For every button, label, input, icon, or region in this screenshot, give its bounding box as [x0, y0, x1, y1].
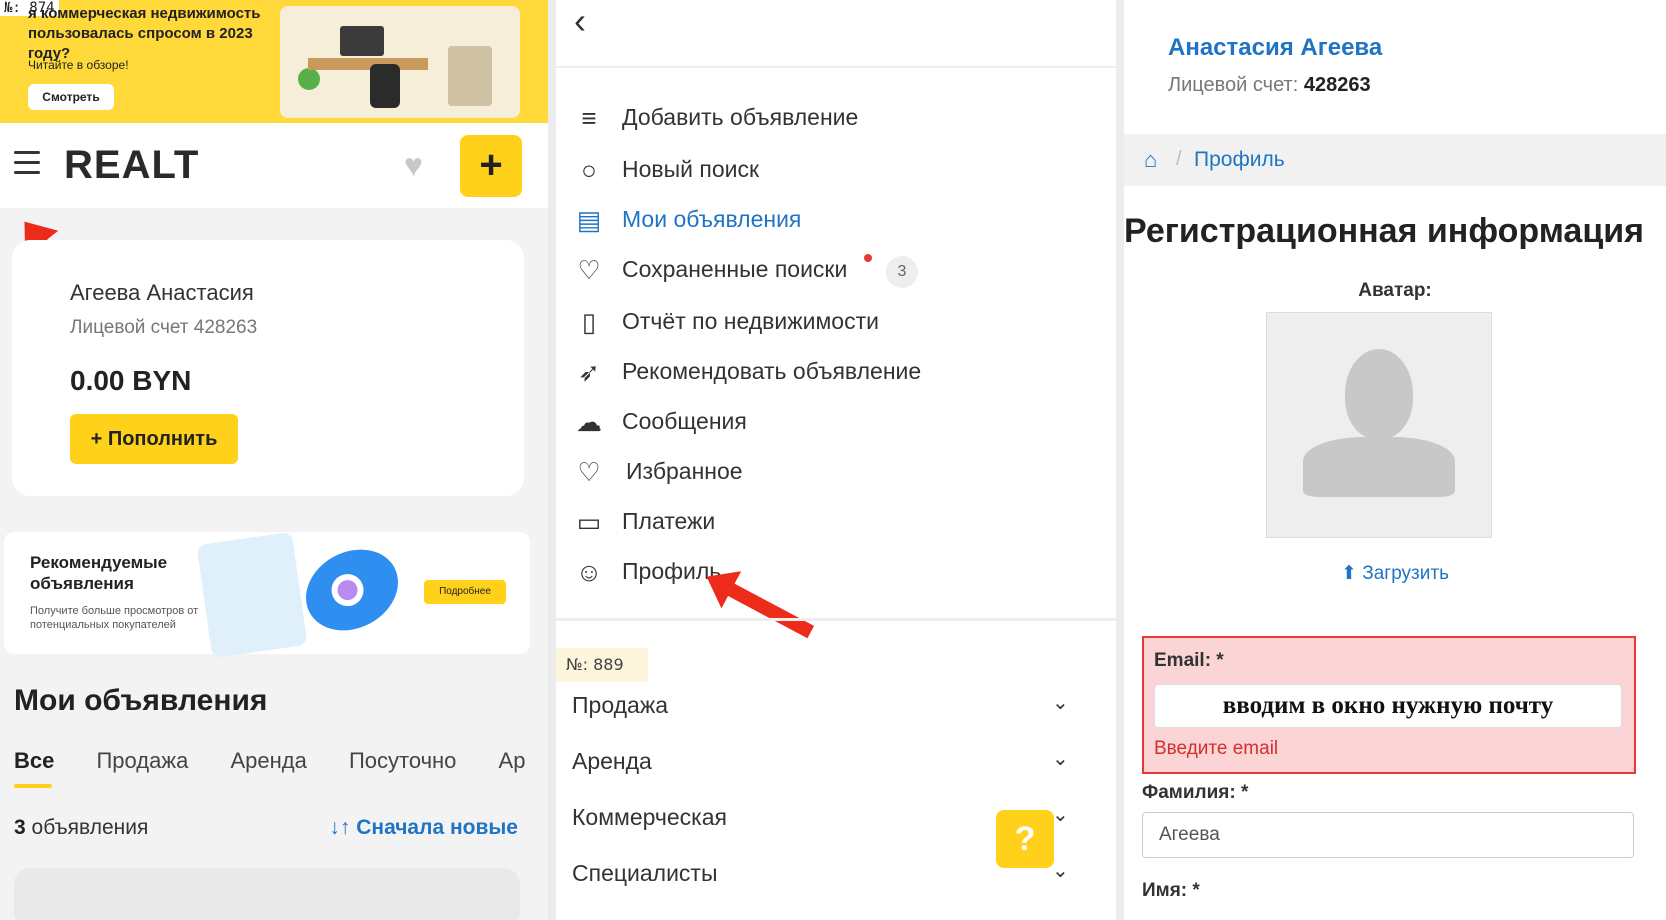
- search-icon: ○: [581, 155, 597, 185]
- my-ads-title: Мои объявления: [14, 684, 268, 717]
- chevron-down-icon[interactable]: ⌄: [1052, 746, 1069, 771]
- heart-icon: ♡: [577, 457, 601, 487]
- firstname-label: Имя: *: [1142, 880, 1200, 901]
- add-listing-button[interactable]: +: [460, 135, 522, 197]
- panel-divider: [1116, 0, 1124, 920]
- panel-divider: [548, 0, 556, 920]
- avatar: [1266, 312, 1492, 538]
- middle-panel: ‹ ≡ Добавить объявление ○ Новый поиск ▤ …: [556, 0, 1116, 920]
- tab-more[interactable]: Ар: [499, 748, 526, 773]
- section-specialists[interactable]: Специалисты: [572, 860, 718, 887]
- home-icon[interactable]: ⌂: [1144, 147, 1157, 173]
- banner-title: я коммерческая недвижимость пользовалась…: [28, 5, 261, 62]
- menu-add-listing[interactable]: ≡ Добавить объявление: [572, 98, 1092, 138]
- page-title: Регистрационная информация: [1124, 212, 1644, 250]
- menu-new-search[interactable]: ○ Новый поиск: [572, 150, 1092, 190]
- back-chevron-icon[interactable]: ‹: [574, 0, 586, 42]
- chevron-down-icon[interactable]: ⌄: [1052, 802, 1069, 827]
- app-header: REALT ♥ +: [0, 123, 548, 208]
- user-icon: ☺: [575, 557, 603, 587]
- report-icon: ▯: [581, 307, 597, 337]
- ads-count: 3 объявления: [14, 816, 149, 839]
- profile-name[interactable]: Анастасия Агеева: [1168, 34, 1382, 62]
- favorites-heart-icon[interactable]: ♥: [404, 147, 423, 184]
- lastname-label: Фамилия: *: [1142, 782, 1249, 803]
- menu-payments[interactable]: ▭ Платежи: [572, 502, 1092, 542]
- phone-illustration: [196, 531, 308, 659]
- account-number: Лицевой счет 428263: [70, 317, 258, 338]
- section-sale[interactable]: Продажа: [572, 692, 668, 719]
- chat-icon: ☁: [576, 407, 602, 437]
- ads-tabs: Все Продажа Аренда Посуточно Ар: [14, 748, 548, 774]
- hamburger-menu-icon[interactable]: [14, 151, 40, 175]
- tab-sale[interactable]: Продажа: [96, 748, 188, 773]
- tab-rent[interactable]: Аренда: [230, 748, 306, 773]
- menu-saved-searches[interactable]: ♡ Сохраненные поиски 3: [572, 250, 1092, 290]
- saved-search-icon: ♡: [577, 255, 601, 285]
- banner-subtitle: Читайте в обзоре!: [28, 58, 129, 72]
- menu-recommend-listing[interactable]: ➶ Рекомендовать объявление: [572, 352, 1092, 392]
- menu-messages[interactable]: ☁ Сообщения: [572, 402, 1092, 442]
- email-label: Email: *: [1154, 650, 1224, 671]
- menu-profile[interactable]: ☺ Профиль: [572, 552, 1092, 592]
- upload-icon: ⬆: [1341, 563, 1363, 584]
- promo-button[interactable]: Подробнее: [424, 580, 506, 604]
- promo-banner[interactable]: Рекомендуемые объявления Получите больше…: [4, 531, 530, 659]
- header-divider: [556, 66, 1116, 68]
- promo-title: Рекомендуемые объявления: [30, 553, 168, 593]
- sort-button[interactable]: ↓↑ Сначала новые: [329, 816, 518, 840]
- help-button[interactable]: ?: [996, 810, 1054, 868]
- lastname-field[interactable]: [1142, 812, 1634, 858]
- notification-dot: [864, 254, 872, 262]
- email-field-group: Email: * Введите email: [1142, 636, 1636, 774]
- my-ads-icon: ▤: [576, 205, 602, 235]
- user-name: Агеева Анастасия: [70, 280, 254, 305]
- profile-account: Лицевой счет: 428263: [1168, 74, 1371, 96]
- chevron-down-icon[interactable]: ⌄: [1052, 858, 1069, 883]
- balance: 0.00 BYN: [70, 365, 192, 396]
- account-card: Агеева Анастасия Лицевой счет 428263 0.0…: [12, 240, 524, 496]
- rocket-illustration: [291, 533, 413, 647]
- saved-searches-count: 3: [886, 256, 918, 288]
- menu-my-ads[interactable]: ▤ Мои объявления: [572, 200, 1092, 240]
- email-error: Введите email: [1154, 738, 1279, 759]
- right-panel: Анастасия Агеева Лицевой счет: 428263 ⌂ …: [1124, 0, 1666, 920]
- upload-avatar-button[interactable]: ⬆ Загрузить: [1124, 562, 1666, 585]
- number-tag: №: 889: [556, 648, 648, 682]
- promo-subtitle: Получите больше просмотров от потенциаль…: [30, 605, 199, 631]
- top-banner[interactable]: №: 874 я коммерческая недвижимость польз…: [0, 0, 548, 123]
- add-list-icon: ≡: [581, 103, 597, 133]
- menu-favorites[interactable]: ♡ Избранное: [572, 452, 1092, 492]
- realt-logo[interactable]: REALT: [64, 143, 199, 188]
- section-commercial[interactable]: Коммерческая: [572, 804, 727, 831]
- topup-button[interactable]: + Пополнить: [70, 414, 238, 464]
- menu-divider: [556, 618, 1116, 621]
- email-field[interactable]: [1154, 684, 1622, 728]
- office-illustration: [280, 6, 520, 118]
- avatar-label: Аватар:: [1358, 280, 1432, 301]
- tab-daily[interactable]: Посуточно: [349, 748, 456, 773]
- breadcrumb: ⌂ / Профиль: [1124, 134, 1666, 186]
- ad-card-placeholder[interactable]: [14, 868, 520, 920]
- banner-button[interactable]: Смотреть: [28, 84, 114, 110]
- active-tab-underline: [14, 784, 52, 788]
- left-panel: №: 874 я коммерческая недвижимость польз…: [0, 0, 548, 920]
- wallet-icon: ▭: [576, 507, 602, 537]
- chevron-down-icon[interactable]: ⌄: [1052, 690, 1069, 715]
- breadcrumb-profile[interactable]: Профиль: [1194, 148, 1285, 172]
- tab-all[interactable]: Все: [14, 748, 54, 773]
- rocket-icon: ➶: [578, 357, 600, 387]
- section-rent[interactable]: Аренда: [572, 748, 652, 775]
- menu-real-estate-report[interactable]: ▯ Отчёт по недвижимости: [572, 302, 1092, 342]
